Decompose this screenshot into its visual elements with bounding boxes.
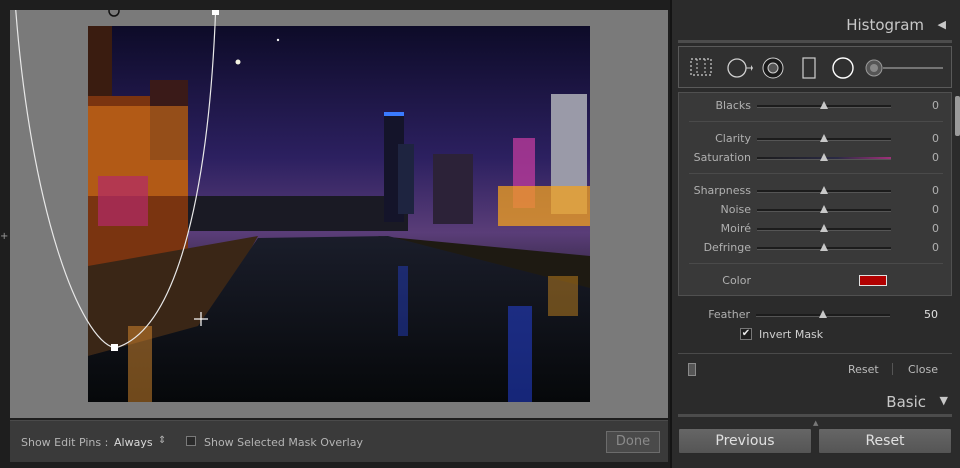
feather-slider-thumb[interactable] — [819, 310, 827, 318]
slider-value[interactable]: 0 — [932, 184, 939, 197]
feather-value[interactable]: 50 — [924, 308, 938, 321]
crosshair-cursor-icon — [194, 312, 208, 326]
slider-row-saturation[interactable]: Saturation 0 — [679, 149, 953, 167]
done-button[interactable]: Done — [606, 431, 660, 453]
slider-row-sharpness[interactable]: Sharpness 0 — [679, 182, 953, 200]
histogram-title[interactable]: Histogram — [846, 16, 924, 34]
slider-thumb[interactable] — [820, 101, 828, 109]
radial-center-pin[interactable] — [108, 10, 120, 17]
slider-track[interactable] — [757, 205, 891, 213]
slider-track[interactable] — [757, 101, 891, 109]
slider-value[interactable]: 0 — [932, 99, 939, 112]
slider-row-clarity[interactable]: Clarity 0 — [679, 130, 953, 148]
show-edit-pins-label: Show Edit Pins : — [21, 436, 109, 449]
color-label: Color — [722, 274, 751, 287]
slider-track[interactable] — [757, 224, 891, 232]
radial-filter-icon[interactable] — [831, 57, 855, 79]
spot-removal-icon[interactable] — [725, 57, 753, 79]
mask-overlay-label[interactable]: Show Selected Mask Overlay — [204, 436, 363, 449]
panel-separator — [678, 414, 952, 417]
slider-label: Noise — [720, 203, 751, 216]
slider-track[interactable] — [757, 153, 891, 161]
triangle-left-icon[interactable]: ◀ — [938, 18, 946, 31]
slider-row-defringe[interactable]: Defringe 0 — [679, 239, 953, 257]
edit-toolbar: Show Edit Pins : Always ⇕ Show Selected … — [10, 420, 668, 462]
slider-thumb[interactable] — [820, 186, 828, 194]
slider-thumb[interactable] — [820, 134, 828, 142]
link-separator — [892, 363, 893, 375]
slider-row-noise[interactable]: Noise 0 — [679, 201, 953, 219]
slider-label: Sharpness — [693, 184, 751, 197]
slider-label: Moiré — [720, 222, 751, 235]
panel-scrollbar[interactable] — [955, 96, 960, 136]
reset-button[interactable]: Reset — [818, 428, 952, 454]
slider-label: Clarity — [715, 132, 751, 145]
slider-track[interactable] — [757, 134, 891, 142]
slider-track[interactable] — [757, 243, 891, 251]
slider-row-moire[interactable]: Moiré 0 — [679, 220, 953, 238]
slider-thumb[interactable] — [820, 153, 828, 161]
panel-switch-icon[interactable] — [688, 363, 696, 376]
adjustment-brush-icon[interactable] — [865, 57, 945, 79]
invert-mask-label[interactable]: Invert Mask — [759, 328, 823, 341]
group-divider — [689, 121, 943, 122]
feather-slider-track[interactable] — [756, 310, 890, 318]
feather-label: Feather — [708, 308, 750, 321]
group-divider — [689, 263, 943, 264]
crop-overlay-icon[interactable] — [689, 57, 713, 77]
chevron-updown-icon[interactable]: ⇕ — [158, 435, 166, 446]
radial-filter-adjustments: Blacks 0 Clarity 0 Saturation 0 Sharpnes… — [678, 92, 952, 296]
develop-right-panel: Histogram ◀ Blacks 0 Clarity 0 Saturatio… — [670, 0, 960, 468]
radial-filter-overlay[interactable] — [10, 10, 668, 418]
slider-label: Saturation — [693, 151, 751, 164]
slider-row-blacks[interactable]: Blacks 0 — [679, 97, 953, 115]
slider-label: Blacks — [715, 99, 752, 112]
panel-separator — [678, 40, 952, 43]
color-row: Color — [679, 272, 953, 290]
mask-overlay-checkbox[interactable] — [186, 436, 196, 446]
close-link[interactable]: Close — [908, 363, 938, 376]
slider-thumb[interactable] — [820, 205, 828, 213]
slider-value[interactable]: 0 — [932, 222, 939, 235]
slider-value[interactable]: 0 — [932, 132, 939, 145]
scroll-up-icon[interactable]: ▲ — [813, 419, 818, 427]
panel-edge-marker-icon: + — [0, 231, 9, 242]
slider-row-feather[interactable]: Feather 50 — [678, 306, 952, 324]
tool-strip — [678, 46, 952, 88]
slider-value[interactable]: 0 — [932, 241, 939, 254]
graduated-filter-icon[interactable] — [801, 57, 817, 79]
slider-value[interactable]: 0 — [932, 203, 939, 216]
red-eye-icon[interactable] — [761, 57, 785, 79]
radial-handle-top[interactable] — [212, 10, 219, 15]
slider-thumb[interactable] — [820, 224, 828, 232]
triangle-down-icon[interactable]: ▼ — [940, 394, 948, 407]
histogram-panel-header[interactable]: Histogram ◀ — [672, 10, 958, 38]
invert-mask-checkbox[interactable]: ✔ — [740, 328, 752, 340]
slider-track[interactable] — [757, 186, 891, 194]
reset-link[interactable]: Reset — [848, 363, 879, 376]
slider-value[interactable]: 0 — [932, 151, 939, 164]
basic-panel-header[interactable]: Basic — [886, 393, 926, 411]
show-edit-pins-select[interactable]: Always — [114, 436, 153, 449]
slider-label: Defringe — [703, 241, 751, 254]
panel-divider — [678, 353, 952, 354]
photo-canvas[interactable] — [10, 10, 668, 418]
previous-button[interactable]: Previous — [678, 428, 812, 454]
radial-handle[interactable] — [111, 344, 118, 351]
group-divider — [689, 173, 943, 174]
color-swatch[interactable] — [859, 275, 887, 286]
slider-thumb[interactable] — [820, 243, 828, 251]
